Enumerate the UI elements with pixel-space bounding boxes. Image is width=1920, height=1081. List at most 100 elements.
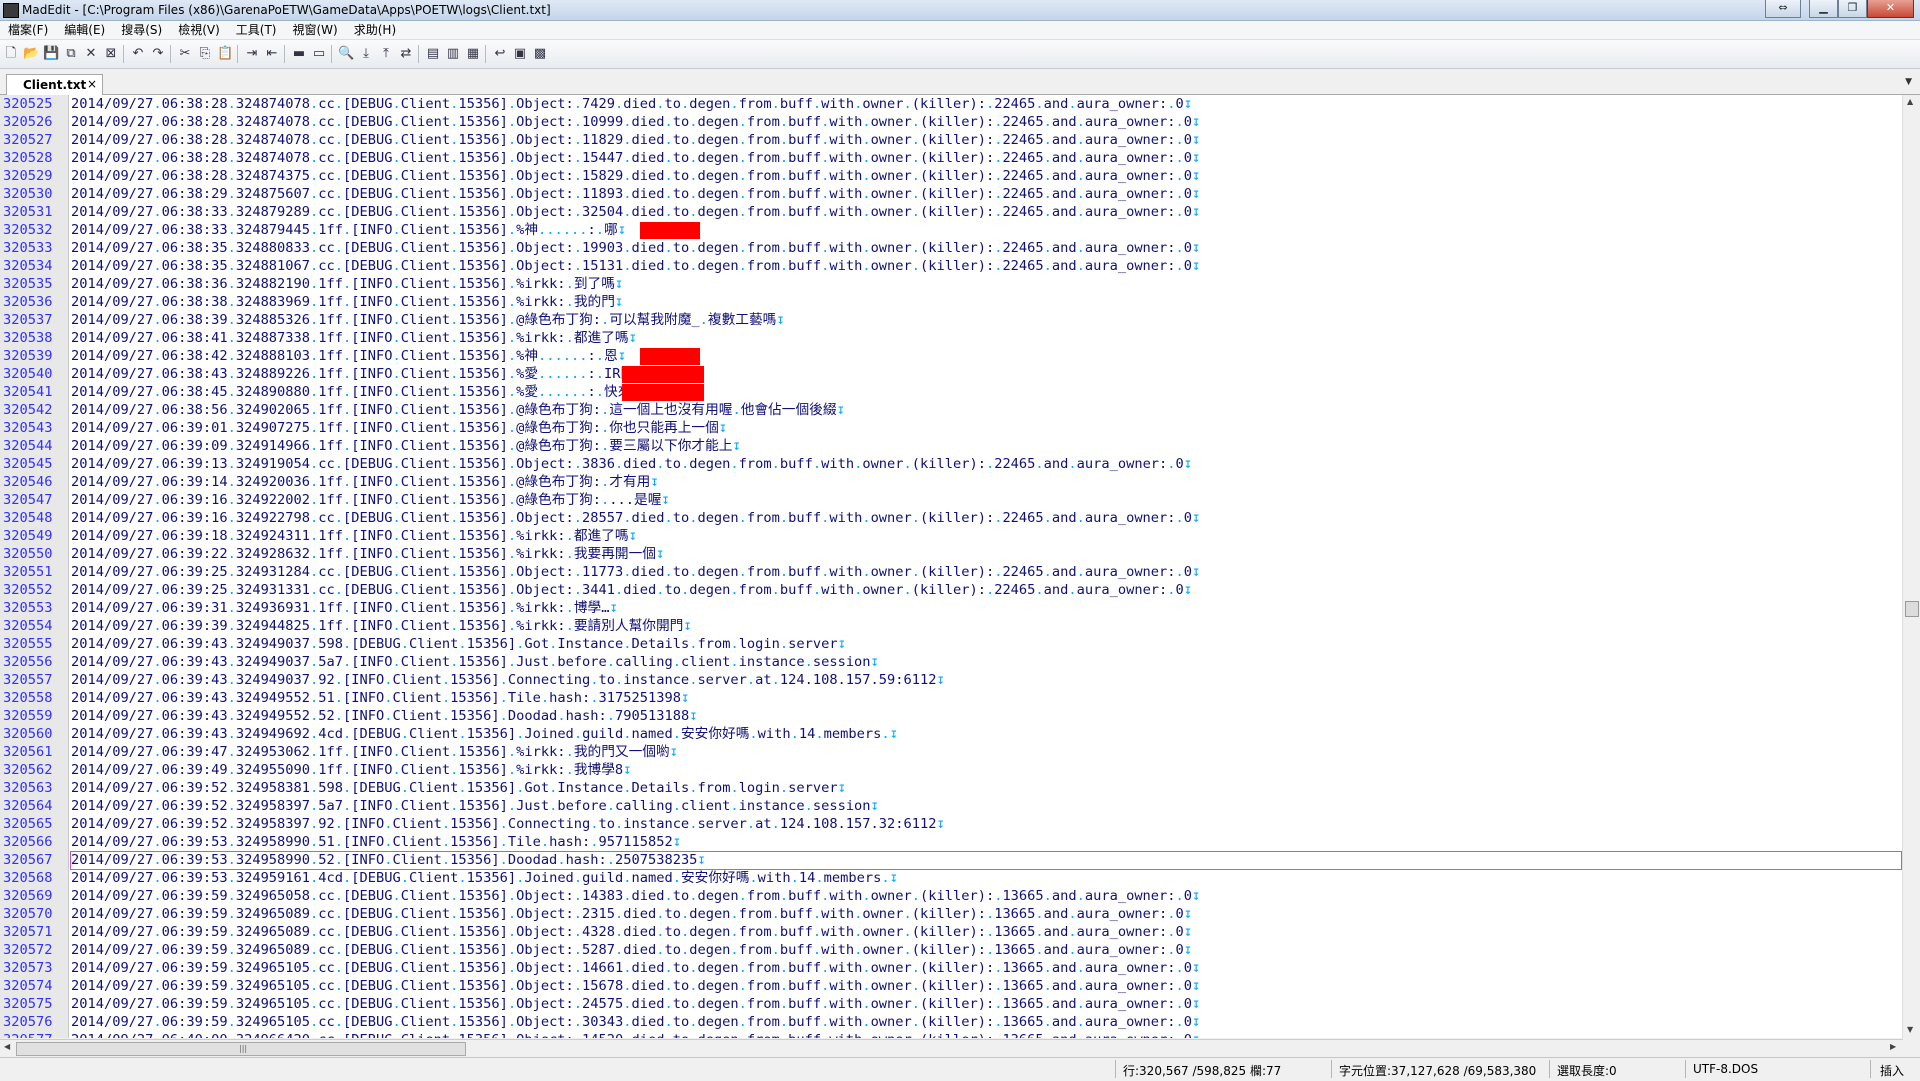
text-line[interactable]: 320552 2014/09/27.06:39:25.324931331.cc.[…: [0, 581, 1900, 599]
text-line[interactable]: 320534 2014/09/27.06:38:35.324881067.cc.[…: [0, 257, 1900, 275]
text-line[interactable]: 320574 2014/09/27.06:39:59.324965105.cc.[…: [0, 977, 1900, 995]
text-line[interactable]: 320547 2014/09/27.06:39:16.324922002.1ff.…: [0, 491, 1900, 509]
close-file-icon[interactable]: ✕: [83, 46, 99, 62]
text-line[interactable]: 320570 2014/09/27.06:39:59.324965089.cc.[…: [0, 905, 1900, 923]
vertical-scrollbar[interactable]: ▲ ▼: [1902, 95, 1920, 1038]
text-line[interactable]: 320531 2014/09/27.06:38:33.324879289.cc.[…: [0, 203, 1900, 221]
text-line[interactable]: 320572 2014/09/27.06:39:59.324965089.cc.[…: [0, 941, 1900, 959]
editor-area[interactable]: 320525 2014/09/27.06:38:28.324874078.cc.[…: [0, 95, 1920, 1038]
scroll-down-icon[interactable]: ▼: [1907, 1025, 1913, 1034]
text-line[interactable]: 320529 2014/09/27.06:38:28.324874375.cc.[…: [0, 167, 1900, 185]
text-line[interactable]: 320528 2014/09/27.06:38:28.324874078.cc.[…: [0, 149, 1900, 167]
menu-tools[interactable]: 工具(T): [228, 21, 285, 39]
menu-help[interactable]: 求助(H): [346, 21, 404, 39]
text-line[interactable]: 320539 2014/09/27.06:38:42.324888103.1ff.…: [0, 347, 1900, 365]
text-line[interactable]: 320561 2014/09/27.06:39:47.324953062.1ff.…: [0, 743, 1900, 761]
text-line[interactable]: 320537 2014/09/27.06:38:39.324885326.1ff.…: [0, 311, 1900, 329]
cut-icon[interactable]: ✂: [177, 46, 193, 62]
unindent-icon[interactable]: ⇤: [264, 46, 280, 62]
paste-icon[interactable]: 📋: [217, 46, 233, 62]
menu-search[interactable]: 搜尋(S): [113, 21, 170, 39]
find-next-icon[interactable]: ⤓: [358, 46, 374, 62]
text-line[interactable]: 320551 2014/09/27.06:39:25.324931284.cc.[…: [0, 563, 1900, 581]
text-line[interactable]: 320527 2014/09/27.06:38:28.324874078.cc.[…: [0, 131, 1900, 149]
text-line[interactable]: 320558 2014/09/27.06:39:43.324949552.51.[…: [0, 689, 1900, 707]
menu-edit[interactable]: 編輯(E): [56, 21, 113, 39]
text-line[interactable]: 320548 2014/09/27.06:39:16.324922798.cc.[…: [0, 509, 1900, 527]
find-icon[interactable]: 🔍: [338, 46, 354, 62]
text-line[interactable]: 320546 2014/09/27.06:39:14.324920036.1ff.…: [0, 473, 1900, 491]
horizontal-scroll-thumb[interactable]: |||: [16, 1042, 466, 1056]
open-file-icon[interactable]: 📂: [23, 46, 39, 62]
text-line[interactable]: 320565 2014/09/27.06:39:52.324958397.92.[…: [0, 815, 1900, 833]
text-line[interactable]: 320568 2014/09/27.06:39:53.324959161.4cd.…: [0, 869, 1900, 887]
text-line[interactable]: 320549 2014/09/27.06:39:18.324924311.1ff.…: [0, 527, 1900, 545]
save-all-icon[interactable]: ⧉: [63, 46, 79, 62]
text-line[interactable]: 320566 2014/09/27.06:39:53.324958990.51.[…: [0, 833, 1900, 851]
tab-close-icon[interactable]: ×: [87, 77, 97, 91]
text-line[interactable]: 320544 2014/09/27.06:39:09.324914966.1ff.…: [0, 437, 1900, 455]
text-line[interactable]: 320553 2014/09/27.06:39:31.324936931.1ff.…: [0, 599, 1900, 617]
scroll-right-icon[interactable]: ▶: [1890, 1042, 1896, 1051]
text-line[interactable]: 320526 2014/09/27.06:38:28.324874078.cc.[…: [0, 113, 1900, 131]
text-line[interactable]: 320535 2014/09/27.06:38:36.324882190.1ff.…: [0, 275, 1900, 293]
text-line[interactable]: 320556 2014/09/27.06:39:43.324949037.5a7.…: [0, 653, 1900, 671]
text-line[interactable]: 320567 2014/09/27.06:39:53.324958990.52.[…: [0, 851, 1902, 870]
text-line[interactable]: 320554 2014/09/27.06:39:39.324944825.1ff.…: [0, 617, 1900, 635]
redo-icon[interactable]: ↷: [150, 46, 166, 62]
save-icon[interactable]: 💾: [43, 46, 59, 62]
text-line[interactable]: 320536 2014/09/27.06:38:38.324883969.1ff.…: [0, 293, 1900, 311]
restore-layout-button[interactable]: ⇔: [1765, 0, 1801, 18]
text-line[interactable]: 320541 2014/09/27.06:38:45.324890880.1ff.…: [0, 383, 1900, 401]
indent-icon[interactable]: ⇥: [244, 46, 260, 62]
text-line[interactable]: 320562 2014/09/27.06:39:49.324955090.1ff.…: [0, 761, 1900, 779]
scroll-left-icon[interactable]: ◀: [4, 1042, 10, 1051]
scroll-up-icon[interactable]: ▲: [1907, 97, 1913, 106]
text-line[interactable]: 320575 2014/09/27.06:39:59.324965105.cc.[…: [0, 995, 1900, 1013]
undo-icon[interactable]: ↶: [130, 46, 146, 62]
text-line[interactable]: 320543 2014/09/27.06:39:01.324907275.1ff.…: [0, 419, 1900, 437]
text-line[interactable]: 320538 2014/09/27.06:38:41.324887338.1ff.…: [0, 329, 1900, 347]
text-line[interactable]: 320560 2014/09/27.06:39:43.324949692.4cd.…: [0, 725, 1900, 743]
menu-view[interactable]: 檢視(V): [170, 21, 228, 39]
text-line[interactable]: 320569 2014/09/27.06:39:59.324965058.cc.[…: [0, 887, 1900, 905]
text-line[interactable]: 320557 2014/09/27.06:39:43.324949037.92.[…: [0, 671, 1900, 689]
menu-window[interactable]: 視窗(W): [285, 21, 346, 39]
text-line[interactable]: 320555 2014/09/27.06:39:43.324949037.598.…: [0, 635, 1900, 653]
replace-icon[interactable]: ⇄: [398, 46, 414, 62]
new-file-icon[interactable]: 🗋: [3, 46, 19, 62]
comment-icon[interactable]: ▬: [291, 46, 307, 62]
tab-client-txt[interactable]: Client.txt ×: [6, 74, 103, 95]
vertical-scroll-thumb[interactable]: [1905, 601, 1919, 617]
uncomment-icon[interactable]: ▭: [311, 46, 327, 62]
text-line[interactable]: 320542 2014/09/27.06:38:56.324902065.1ff.…: [0, 401, 1900, 419]
close-window-button[interactable]: ✕: [1867, 0, 1914, 18]
tab-dropdown-icon[interactable]: ▼: [1905, 77, 1912, 87]
text-line[interactable]: 320532 2014/09/27.06:38:33.324879445.1ff.…: [0, 221, 1900, 239]
minimize-button[interactable]: ▁: [1809, 0, 1838, 18]
text-line[interactable]: 320571 2014/09/27.06:39:59.324965089.cc.[…: [0, 923, 1900, 941]
text-line[interactable]: 320577 2014/09/27.06:40:00.324966420.cc.[…: [0, 1031, 1900, 1038]
text-line[interactable]: 320564 2014/09/27.06:39:52.324958397.5a7.…: [0, 797, 1900, 815]
wrap-icon[interactable]: ↩: [492, 46, 508, 62]
text-mode-icon[interactable]: ▤: [425, 46, 441, 62]
text-line[interactable]: 320530 2014/09/27.06:38:29.324875607.cc.[…: [0, 185, 1900, 203]
close-all-icon[interactable]: ⊠: [103, 46, 119, 62]
options-icon[interactable]: ▣: [512, 46, 528, 62]
ruler-icon[interactable]: ▩: [532, 46, 548, 62]
text-line[interactable]: 320545 2014/09/27.06:39:13.324919054.cc.[…: [0, 455, 1900, 473]
find-prev-icon[interactable]: ⤒: [378, 46, 394, 62]
text-line[interactable]: 320525 2014/09/27.06:38:28.324874078.cc.[…: [0, 95, 1900, 113]
column-mode-icon[interactable]: ▥: [445, 46, 461, 62]
text-line[interactable]: 320559 2014/09/27.06:39:43.324949552.52.[…: [0, 707, 1900, 725]
text-line[interactable]: 320576 2014/09/27.06:39:59.324965105.cc.[…: [0, 1013, 1900, 1031]
text-line[interactable]: 320550 2014/09/27.06:39:22.324928632.1ff.…: [0, 545, 1900, 563]
text-line[interactable]: 320540 2014/09/27.06:38:43.324889226.1ff.…: [0, 365, 1900, 383]
maximize-button[interactable]: ❐: [1838, 0, 1867, 18]
horizontal-scrollbar[interactable]: ◀ ||| ▶: [0, 1039, 1903, 1057]
text-line[interactable]: 320563 2014/09/27.06:39:52.324958381.598.…: [0, 779, 1900, 797]
text-line[interactable]: 320533 2014/09/27.06:38:35.324880833.cc.[…: [0, 239, 1900, 257]
menu-file[interactable]: 檔案(F): [0, 21, 56, 39]
text-line[interactable]: 320573 2014/09/27.06:39:59.324965105.cc.[…: [0, 959, 1900, 977]
copy-icon[interactable]: ⎘: [197, 46, 213, 62]
